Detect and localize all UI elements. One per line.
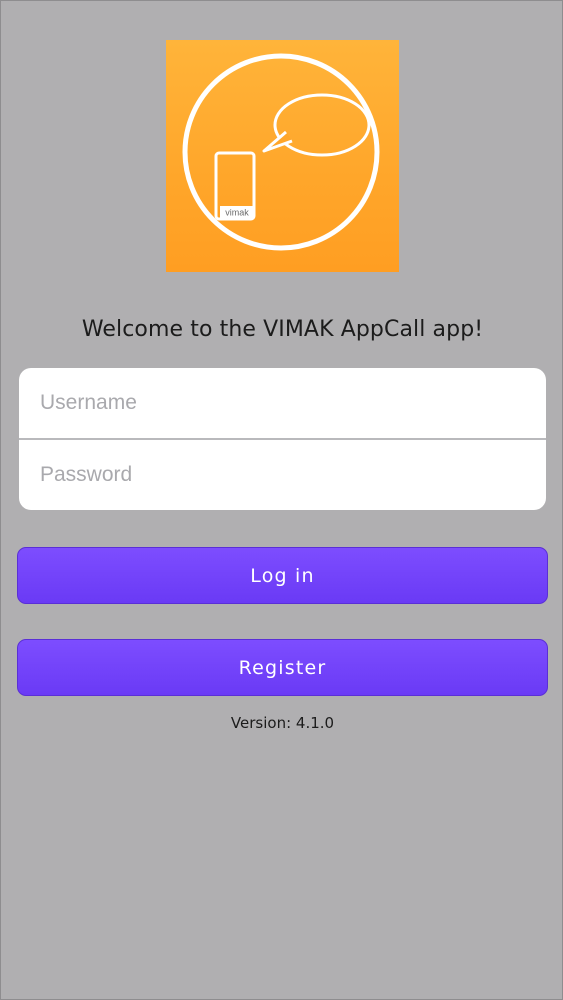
app-logo: vimak — [166, 40, 399, 272]
chat-phone-icon: vimak — [182, 53, 380, 251]
login-button[interactable]: Log in — [17, 547, 548, 604]
login-form — [19, 368, 546, 510]
register-button[interactable]: Register — [17, 639, 548, 696]
register-button-label: Register — [238, 656, 327, 679]
password-input[interactable] — [19, 440, 546, 510]
welcome-text: Welcome to the VIMAK AppCall app! — [81, 317, 484, 342]
version-text: Version: 4.1.0 — [230, 714, 335, 732]
logo-phone-label: vimak — [225, 208, 249, 218]
login-button-label: Log in — [250, 564, 315, 587]
login-screen: vimak Welcome to the VIMAK AppCall app! … — [0, 0, 563, 1000]
username-input[interactable] — [19, 368, 546, 438]
